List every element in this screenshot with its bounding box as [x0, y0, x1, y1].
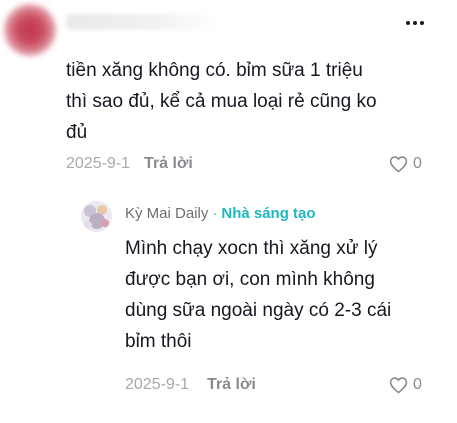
reply-like-button[interactable]: 0 — [389, 376, 422, 394]
comment-line: đủ — [66, 122, 88, 143]
creator-badge: Nhà sáng tạo — [221, 205, 316, 222]
reply-line: Mình chạy xocn thì xăng xử lý — [125, 238, 378, 259]
reply-date: 2025-9-1 — [125, 376, 190, 393]
reply-reply-button[interactable]: Trả lời — [207, 376, 256, 394]
comment-text: tiền xăng không có. bỉm sữa 1 triệu thì … — [66, 55, 416, 148]
more-options-icon[interactable] — [404, 12, 426, 34]
heart-outline-icon — [389, 156, 408, 173]
reply-separator: · — [212, 205, 218, 222]
heart-outline-icon — [389, 377, 408, 394]
reply-like-count: 0 — [413, 376, 422, 393]
reply-meta: 2025-9-1 Trả lời — [125, 376, 256, 394]
reply-line: được bạn ơi, con mình không — [125, 269, 375, 290]
comment-line: tiền xăng không có. bỉm sữa 1 triệu — [66, 60, 363, 81]
comment-like-count: 0 — [413, 155, 422, 172]
reply-header: Kỳ Mai Daily · Nhà sáng tạo — [125, 205, 316, 222]
comment-line: thì sao đủ, kể cả mua loại rẻ cũng ko — [66, 91, 377, 112]
avatar-image — [81, 201, 112, 232]
comment-meta: 2025-9-1 Trả lời — [66, 155, 193, 173]
commenter-avatar[interactable] — [4, 4, 56, 56]
reply-line: dùng sữa ngoài ngày có 2-3 cái — [125, 300, 392, 321]
commenter-username-redacted[interactable] — [66, 14, 216, 30]
reply-text: Mình chạy xocn thì xăng xử lý được bạn ơ… — [125, 233, 445, 357]
reply-author-avatar[interactable] — [81, 201, 112, 232]
reply-author-name[interactable]: Kỳ Mai Daily — [125, 205, 208, 222]
comment-like-button[interactable]: 0 — [389, 155, 422, 173]
comment-reply-button[interactable]: Trả lời — [144, 155, 193, 173]
comment-date: 2025-9-1 — [66, 155, 131, 172]
reply-line: bỉm thôi — [125, 331, 192, 352]
